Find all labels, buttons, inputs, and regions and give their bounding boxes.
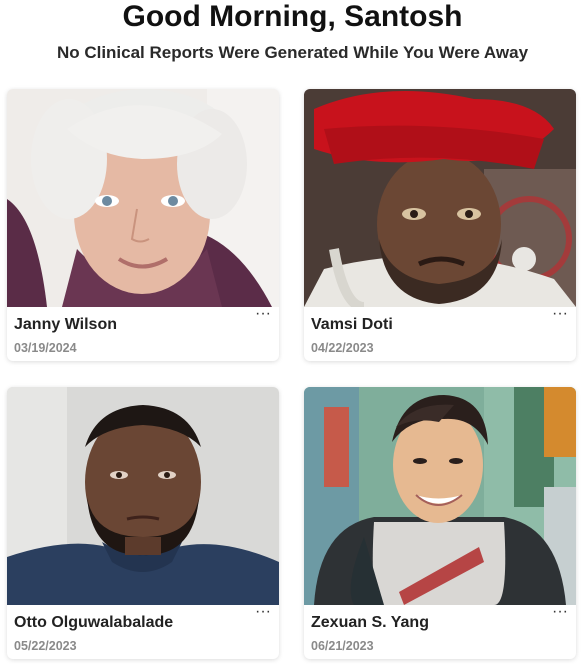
more-horizontal-icon[interactable]: ···: [550, 604, 570, 625]
patient-card[interactable]: Janny Wilson 03/19/2024 ···: [7, 89, 279, 361]
more-horizontal-icon[interactable]: ···: [253, 306, 273, 327]
patient-photo: [304, 89, 576, 307]
patient-name[interactable]: Otto Olguwalabalade: [14, 614, 173, 632]
patient-card[interactable]: Vamsi Doti 04/22/2023 ···: [304, 89, 576, 361]
patient-photo: [304, 387, 576, 605]
patient-name[interactable]: Janny Wilson: [14, 316, 117, 334]
patient-photo: [7, 89, 279, 307]
patient-card[interactable]: Zexuan S. Yang 06/21/2023 ···: [304, 387, 576, 659]
patient-name[interactable]: Zexuan S. Yang: [311, 614, 429, 632]
status-subtitle: No Clinical Reports Were Generated While…: [56, 43, 529, 62]
patient-card[interactable]: Otto Olguwalabalade 05/22/2023 ···: [7, 387, 279, 659]
patient-name[interactable]: Vamsi Doti: [311, 316, 393, 334]
greeting-title: Good Morning, Santosh: [122, 0, 463, 33]
report-date: 04/22/2023: [311, 341, 374, 355]
patient-photo: [7, 387, 279, 605]
report-date: 05/22/2023: [14, 639, 77, 653]
more-horizontal-icon[interactable]: ···: [550, 306, 570, 327]
more-horizontal-icon[interactable]: ···: [253, 604, 273, 625]
report-date: 06/21/2023: [311, 639, 374, 653]
report-date: 03/19/2024: [14, 341, 77, 355]
